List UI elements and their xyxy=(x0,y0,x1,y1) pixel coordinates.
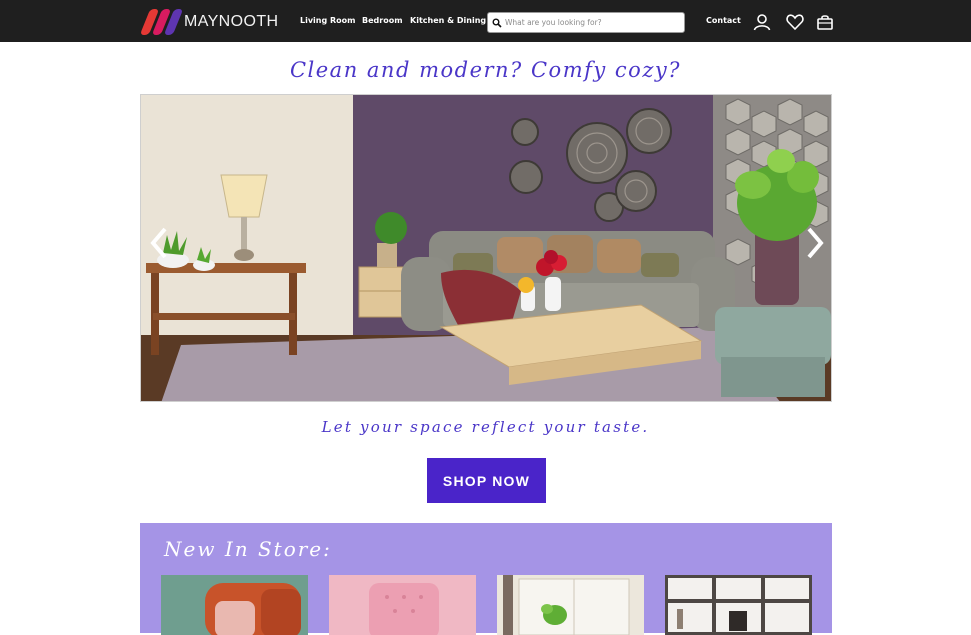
product-card-orange-armchair[interactable] xyxy=(161,575,308,635)
product-image-bookshelf xyxy=(665,575,812,635)
heart-icon[interactable] xyxy=(786,13,804,31)
product-card-plant-window[interactable] xyxy=(497,575,644,635)
nav-link-living-room[interactable]: Living Room xyxy=(300,16,356,25)
chevron-right-icon[interactable] xyxy=(803,223,827,263)
hero-headline: Clean and modern? Comfy cozy? xyxy=(289,58,682,82)
product-image-pink-chair xyxy=(329,575,476,635)
nav-link-kitchen-dining[interactable]: Kitchen & Dining xyxy=(410,16,486,25)
search-icon[interactable] xyxy=(492,18,502,28)
product-card-pink-chair[interactable] xyxy=(329,575,476,635)
shopping-bag-icon[interactable] xyxy=(816,13,834,31)
nav-link-contact[interactable]: Contact xyxy=(706,16,741,25)
hero-carousel xyxy=(140,94,832,402)
product-image-orange-armchair xyxy=(161,575,308,635)
nav-link-bedroom[interactable]: Bedroom xyxy=(362,16,403,25)
living-room-hero-image xyxy=(141,95,831,401)
chevron-left-icon[interactable] xyxy=(147,223,171,263)
top-navigation-bar: MAYNOOTH Living Room Bedroom Kitchen & D… xyxy=(0,0,971,42)
new-in-store-section: New In Store: xyxy=(140,523,832,635)
user-icon[interactable] xyxy=(753,13,771,31)
maynooth-logo[interactable]: MAYNOOTH xyxy=(139,9,279,35)
shop-now-button[interactable]: SHOP NOW xyxy=(427,458,546,503)
product-card-bookshelf[interactable] xyxy=(665,575,812,635)
logo-mark-icon xyxy=(139,9,184,35)
new-in-store-title: New In Store: xyxy=(164,537,332,561)
brand-name: MAYNOOTH xyxy=(184,13,279,30)
product-image-plant-window xyxy=(497,575,644,635)
search-box xyxy=(487,12,685,33)
hero-tagline: Let your space reflect your taste. xyxy=(321,418,650,436)
search-input[interactable] xyxy=(505,18,675,27)
